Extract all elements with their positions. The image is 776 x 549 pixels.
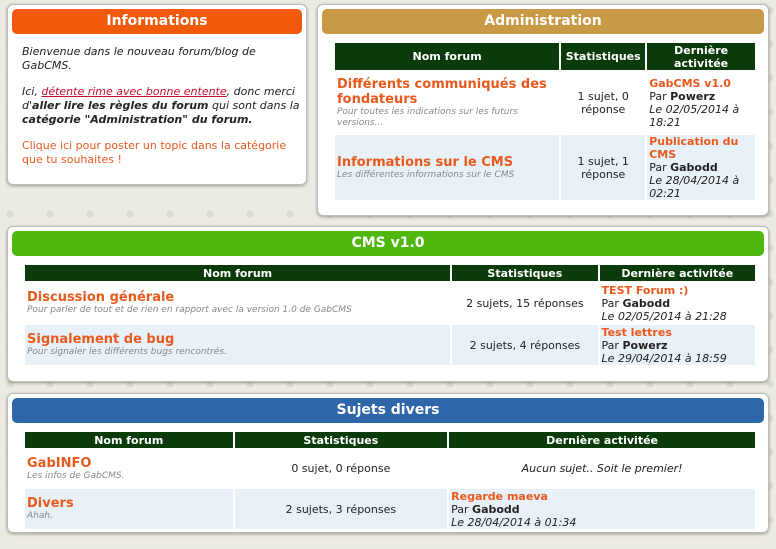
- rules-text-c: qui sont dans la: [208, 99, 300, 112]
- forum-stats: 2 sujets, 15 réponses: [452, 283, 598, 323]
- by-label: Par: [649, 161, 667, 174]
- last-user-link[interactable]: Gabodd: [622, 297, 670, 310]
- forum-cell: Informations sur le CMS Les différentes …: [335, 135, 560, 200]
- by-label: Par: [451, 502, 469, 516]
- forum-link[interactable]: Informations sur le CMS: [337, 155, 557, 170]
- admin-panel: Administration Nom forum Statistiques De…: [317, 4, 769, 216]
- forum-link[interactable]: Discussion générale: [27, 290, 448, 305]
- last-topic-link[interactable]: Publication du CMS: [649, 135, 753, 161]
- last-activity: Publication du CMS Par Gabodd Le 28/04/2…: [647, 135, 755, 200]
- divers-header: Sujets divers: [12, 398, 764, 423]
- forum-desc: Pour parler de tout et de rien en rappor…: [27, 305, 352, 315]
- forum-cell: Discussion générale Pour parler de tout …: [25, 283, 451, 323]
- table-row: Divers Ahah. 2 sujets, 3 réponses Regard…: [25, 489, 755, 529]
- forum-link[interactable]: GabINFO: [27, 456, 231, 471]
- forum-cell: Signalement de bug Pour signaler les dif…: [25, 325, 451, 365]
- forum-desc: Les différentes informations sur le CMS: [337, 169, 515, 180]
- last-user-link[interactable]: Powerz: [670, 90, 715, 103]
- col-last: Dernière activitée: [599, 265, 755, 281]
- forum-link[interactable]: Différents communiqués des fondateurs: [337, 77, 557, 107]
- table-row: Discussion générale Pour parler de tout …: [25, 283, 755, 323]
- forum-cell: Divers Ahah.: [25, 489, 233, 529]
- no-topic-text: Aucun sujet.. Soit le premier!: [449, 450, 755, 487]
- by-label: Par: [649, 89, 667, 103]
- last-date: Le 02/05/2014 à 18:21: [649, 102, 740, 129]
- table-row: Informations sur le CMS Les différentes …: [335, 135, 755, 200]
- last-by: Par Powerz: [602, 339, 753, 352]
- last-activity: GabCMS v1.0 Par Powerz Le 02/05/2014 à 1…: [647, 72, 755, 133]
- forum-desc: Les infos de GabCMS.: [27, 470, 125, 481]
- forum-stats: 1 sujet, 1 réponse: [561, 135, 646, 200]
- rules-bold-1: aller lire les règles du forum: [32, 99, 209, 112]
- info-header: Informations: [12, 9, 302, 34]
- last-activity: Test lettres Par Powerz Le 29/04/2014 à …: [599, 325, 755, 365]
- last-topic-link[interactable]: TEST Forum :): [602, 284, 753, 297]
- rules-text: Ici, détente rime avec bonne entente, do…: [22, 85, 302, 127]
- info-body: Bienvenue dans le nouveau forum/blog de …: [22, 45, 302, 179]
- forum-stats: 2 sujets, 3 réponses: [234, 489, 448, 529]
- last-by: Par Gabodd: [649, 161, 753, 174]
- last-user-link[interactable]: Gabodd: [472, 503, 520, 516]
- last-user-link[interactable]: Powerz: [622, 339, 667, 352]
- cms-panel: CMS v1.0 Nom forum Statistiques Dernière…: [7, 226, 769, 382]
- forum-link[interactable]: Signalement de bug: [27, 332, 448, 347]
- forum-cell: Différents communiqués des fondateurs Po…: [335, 72, 560, 133]
- cms-table: Nom forum Statistiques Dernière activité…: [23, 263, 757, 367]
- last-user-link[interactable]: Gabodd: [670, 161, 718, 174]
- last-date: Le 29/04/2014 à 18:59: [601, 351, 727, 365]
- info-panel: Informations Bienvenue dans le nouveau f…: [7, 4, 307, 185]
- admin-header: Administration: [322, 9, 764, 34]
- last-activity: Regarde maeva Par Gabodd Le 28/04/2014 à…: [449, 489, 755, 529]
- forum-desc: Pour toutes les indications sur les futu…: [337, 106, 518, 128]
- table-row: Signalement de bug Pour signaler les dif…: [25, 325, 755, 365]
- last-by: Par Gabodd: [602, 297, 753, 310]
- forum-link[interactable]: Divers: [27, 496, 231, 511]
- last-topic-link[interactable]: Regarde maeva: [451, 490, 753, 503]
- col-stats: Statistiques: [561, 43, 646, 70]
- col-last: Dernière activitée: [449, 432, 755, 448]
- col-last: Dernière activitée: [647, 43, 755, 70]
- last-topic-link[interactable]: Test lettres: [602, 326, 753, 339]
- cms-header: CMS v1.0: [12, 231, 764, 256]
- by-label: Par: [601, 338, 619, 352]
- forum-stats: 2 sujets, 4 réponses: [452, 325, 598, 365]
- last-date: Le 02/05/2014 à 21:28: [601, 309, 727, 323]
- table-row: GabINFO Les infos de GabCMS. 0 sujet, 0 …: [25, 450, 755, 487]
- col-name: Nom forum: [335, 43, 560, 70]
- last-date: Le 28/04/2014 à 01:34: [451, 515, 577, 529]
- admin-table: Nom forum Statistiques Dernière activité…: [333, 41, 757, 202]
- last-by: Par Powerz: [649, 90, 753, 103]
- rules-text-a: Ici,: [22, 85, 42, 98]
- welcome-text: Bienvenue dans le nouveau forum/blog de …: [22, 45, 256, 72]
- last-activity: TEST Forum :) Par Gabodd Le 02/05/2014 à…: [599, 283, 755, 323]
- rules-link[interactable]: détente rime avec bonne entente: [41, 85, 226, 98]
- forum-stats: 0 sujet, 0 réponse: [234, 450, 448, 487]
- col-name: Nom forum: [25, 432, 233, 448]
- divers-panel: Sujets divers Nom forum Statistiques Der…: [7, 393, 769, 533]
- last-by: Par Gabodd: [451, 503, 753, 516]
- post-topic-link[interactable]: Clique ici pour poster un topic dans la …: [22, 139, 302, 167]
- table-row: Différents communiqués des fondateurs Po…: [335, 72, 755, 133]
- by-label: Par: [601, 296, 619, 310]
- forum-desc: Pour signaler les différents bugs rencon…: [27, 347, 227, 357]
- col-stats: Statistiques: [234, 432, 448, 448]
- col-stats: Statistiques: [452, 265, 598, 281]
- last-topic-link[interactable]: GabCMS v1.0: [649, 77, 753, 90]
- rules-bold-2: catégorie "Administration" du forum.: [22, 113, 253, 126]
- forum-cell: GabINFO Les infos de GabCMS.: [25, 450, 233, 487]
- col-name: Nom forum: [25, 265, 451, 281]
- divers-table: Nom forum Statistiques Dernière activité…: [23, 430, 757, 531]
- forum-stats: 1 sujet, 0 réponse: [561, 72, 646, 133]
- forum-desc: Ahah.: [27, 511, 53, 521]
- last-date: Le 28/04/2014 à 02:21: [649, 174, 740, 200]
